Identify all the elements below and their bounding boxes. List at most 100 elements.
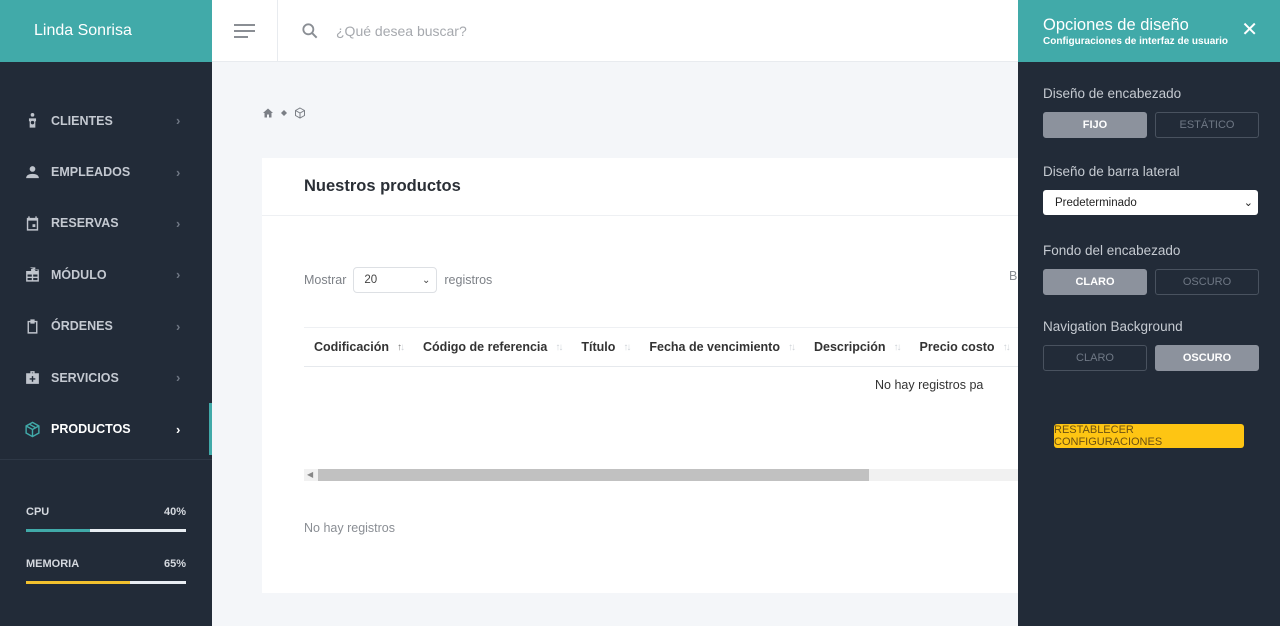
column-label: Fecha de vencimiento (649, 340, 780, 354)
table-info: No hay registros (304, 521, 396, 535)
sidebar-item-modulo[interactable]: MÓDULO › (0, 249, 212, 300)
stat-value: 65% (163, 557, 186, 570)
nav-dark-button[interactable]: OSCURO (1155, 345, 1259, 371)
column-label: Descripción (813, 340, 886, 354)
top-header (212, 0, 1018, 62)
search-icon[interactable] (300, 21, 320, 41)
scroll-left-icon[interactable]: ◀ (307, 469, 313, 481)
client-icon (23, 112, 41, 130)
column-header-codigo-referencia[interactable]: Código de referencia ↑↓ (413, 340, 571, 354)
records-label: registros (444, 273, 493, 287)
sidebar-item-reservas[interactable]: RESERVAS › (0, 198, 212, 249)
table-empty-message: No hay registros pa (875, 378, 984, 392)
sidebar-item-label: PRODUCTOS (51, 422, 131, 437)
hamburger-icon (233, 23, 255, 38)
page-size-value: 20 (364, 274, 378, 286)
cpu-progress-bar (26, 528, 186, 532)
sort-icon: ↑↓ (397, 341, 405, 353)
sort-icon: ↑↓ (1002, 341, 1011, 353)
header-dark-button[interactable]: OSCURO (1155, 269, 1259, 295)
sidebar-item-empleados[interactable]: EMPLEADOS › (0, 146, 212, 197)
page-size-select[interactable]: 20 ⌄ (353, 267, 438, 293)
column-header-precio-costo[interactable]: Precio costo ↑↓ (910, 340, 1018, 354)
section-label: Diseño de encabezado (1043, 86, 1182, 101)
close-icon[interactable]: ✕ (1241, 20, 1258, 40)
calendar-icon (23, 214, 41, 232)
cpu-stat: CPU 40% (26, 506, 186, 532)
sidebar-item-label: ÓRDENES (51, 319, 113, 334)
chevron-right-icon: › (176, 370, 181, 386)
column-label: Código de referencia (423, 340, 548, 354)
clipboard-icon (23, 317, 41, 335)
menu-toggle-button[interactable] (212, 0, 278, 62)
chevron-right-icon: › (176, 164, 181, 180)
header-layout-section: Diseño de encabezado FIJO ESTÁTICO (1018, 86, 1280, 138)
scrollbar-thumb[interactable] (318, 469, 869, 481)
package-icon (23, 420, 41, 438)
medical-bag-icon (23, 369, 41, 387)
sidebar-item-productos[interactable]: PRODUCTOS › (0, 403, 212, 456)
section-label: Navigation Background (1043, 319, 1183, 334)
column-label: Precio costo (919, 340, 995, 354)
column-header-descripcion[interactable]: Descripción ↑↓ (804, 340, 910, 354)
sidebar-item-label: CLIENTES (51, 113, 113, 128)
system-stats: CPU 40% MEMORIA 65% (0, 460, 212, 584)
products-card: Nuestros productos Mostrar 20 ⌄ registro… (262, 158, 1018, 593)
reset-settings-button[interactable]: RESTABLECER CONFIGURACIONES (1054, 424, 1244, 448)
column-header-titulo[interactable]: Título ↑↓ (571, 340, 639, 354)
home-icon[interactable] (262, 107, 274, 119)
column-label: Codificación (314, 340, 390, 354)
header-light-button[interactable]: CLARO (1043, 269, 1147, 295)
sort-icon: ↑↓ (623, 341, 631, 353)
sidebar-item-ordenes[interactable]: ÓRDENES › (0, 301, 212, 352)
select-value: Predeterminado (1055, 196, 1137, 209)
page-size-control: Mostrar 20 ⌄ registros (304, 267, 492, 293)
header-static-button[interactable]: ESTÁTICO (1155, 112, 1259, 138)
stat-label: CPU (26, 505, 50, 518)
sidebar-item-servicios[interactable]: SERVICIOS › (0, 352, 212, 403)
column-header-codificacion[interactable]: Codificación ↑↓ (304, 340, 413, 354)
chevron-right-icon: › (176, 215, 181, 231)
progress-fill (26, 528, 90, 532)
brand-name: Linda Sonrisa (34, 22, 132, 39)
sort-icon: ↑↓ (893, 341, 902, 353)
brand-logo[interactable]: Linda Sonrisa (0, 0, 212, 62)
memory-progress-bar (26, 580, 186, 584)
panel-header: Opciones de diseño Configuraciones de in… (1018, 0, 1280, 62)
column-label: Título (581, 340, 616, 354)
header-fixed-button[interactable]: FIJO (1043, 112, 1147, 138)
header-background-section: Fondo del encabezado CLARO OSCURO (1018, 243, 1280, 295)
sidebar-item-label: RESERVAS (51, 216, 119, 231)
sidebar-nav: CLIENTES › EMPLEADOS › RESERVAS › MÓDULO… (0, 62, 212, 456)
sidebar-item-label: SERVICIOS (51, 370, 119, 385)
sort-icon: ↑↓ (555, 341, 563, 353)
layout-options-panel: Opciones de diseño Configuraciones de in… (1018, 0, 1280, 626)
stat-value: 40% (163, 505, 186, 518)
progress-fill (26, 580, 130, 584)
breadcrumb-separator-icon (281, 110, 287, 116)
chevron-down-icon: ⌄ (1243, 197, 1253, 209)
module-icon (23, 266, 41, 284)
table-header: Codificación ↑↓ Código de referencia ↑↓ Tí… (304, 327, 1018, 367)
chevron-right-icon: › (176, 318, 181, 334)
show-label: Mostrar (304, 273, 347, 287)
search-input[interactable] (336, 22, 736, 39)
nav-light-button[interactable]: CLARO (1043, 345, 1147, 371)
sidebar-item-label: MÓDULO (51, 267, 107, 282)
breadcrumb (262, 107, 306, 119)
person-icon (23, 163, 41, 181)
sidebar-item-clientes[interactable]: CLIENTES › (0, 95, 212, 146)
horizontal-scrollbar[interactable]: ◀ (304, 469, 1018, 481)
nav-background-section: Navigation Background CLARO OSCURO (1018, 319, 1280, 371)
sidebar-item-label: EMPLEADOS (51, 165, 131, 180)
table-search-label: B (1009, 269, 1018, 283)
chevron-right-icon: › (176, 421, 181, 437)
card-title: Nuestros productos (262, 158, 1018, 216)
section-label: Fondo del encabezado (1043, 243, 1181, 258)
column-header-fecha-vencimiento[interactable]: Fecha de vencimiento ↑↓ (639, 340, 804, 354)
package-icon (295, 107, 305, 119)
chevron-right-icon: › (176, 267, 181, 283)
chevron-right-icon: › (176, 113, 181, 129)
sidebar-layout-select[interactable]: Predeterminado ⌄ (1043, 190, 1258, 215)
sidebar-layout-section: Diseño de barra lateral Predeterminado ⌄ (1018, 164, 1280, 215)
